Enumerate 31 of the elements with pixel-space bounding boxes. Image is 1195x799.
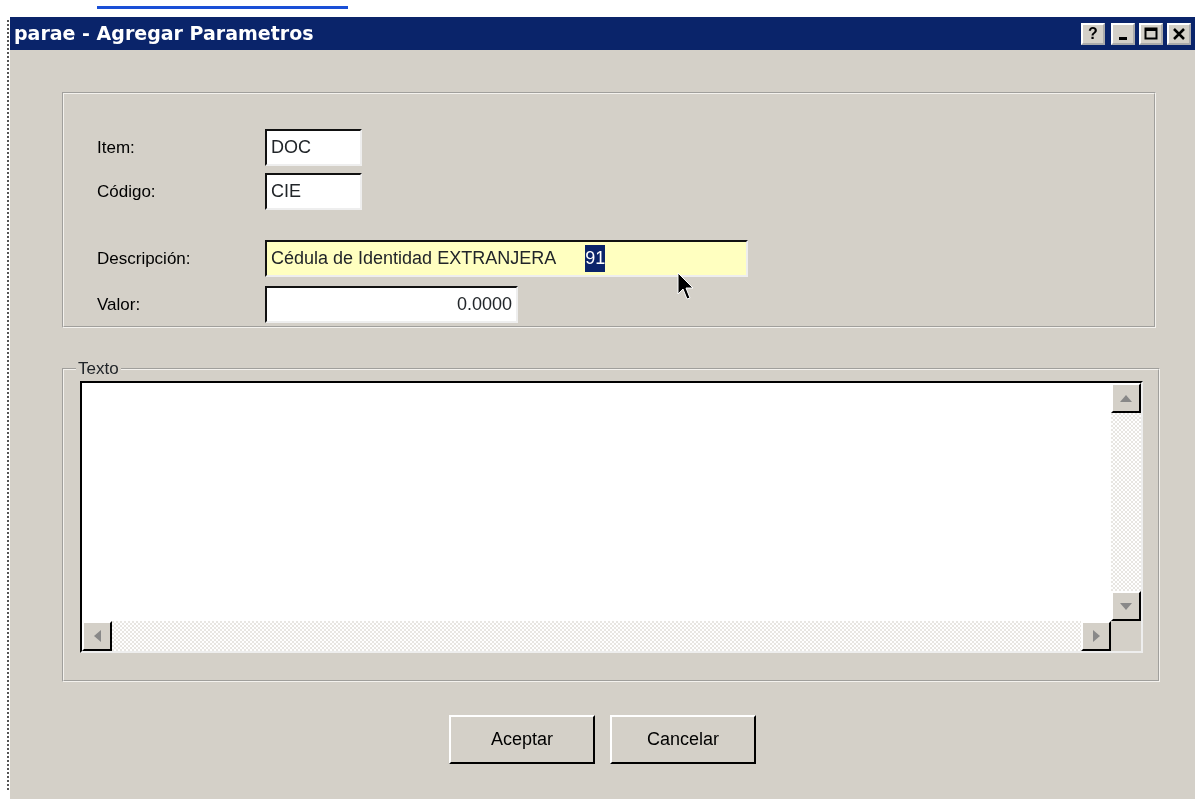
help-button[interactable]: ?	[1081, 22, 1105, 45]
input-field[interactable]: DOC	[265, 129, 362, 166]
field-label: Código:	[97, 180, 157, 203]
horizontal-scrollbar[interactable]	[82, 621, 1111, 651]
input-field[interactable]: CIE	[265, 173, 362, 210]
scrollbar-corner	[1111, 621, 1141, 651]
vertical-scrollbar[interactable]	[1111, 383, 1141, 621]
maximize-button[interactable]	[1139, 22, 1163, 45]
window-title: parae - Agregar Parametros	[14, 21, 314, 47]
close-icon	[1172, 26, 1186, 41]
scroll-down-button[interactable]	[1111, 591, 1141, 621]
scroll-left-button[interactable]	[82, 621, 112, 651]
field-label: Descripción:	[97, 247, 192, 270]
field-label: Valor:	[97, 293, 142, 316]
down-arrow-icon	[1120, 602, 1132, 610]
cancel-button[interactable]: Cancelar	[610, 715, 756, 764]
maximize-icon	[1144, 26, 1158, 41]
group-label: Texto	[77, 360, 120, 377]
input-field[interactable]: 0.0000	[265, 286, 518, 323]
minimize-icon	[1119, 36, 1127, 40]
selected-text: 91	[585, 245, 606, 272]
accept-button[interactable]: Aceptar	[449, 715, 595, 764]
scroll-up-button[interactable]	[1111, 383, 1141, 413]
up-arrow-icon	[1120, 394, 1132, 402]
minimize-button[interactable]	[1111, 22, 1135, 45]
scroll-right-button[interactable]	[1081, 621, 1111, 651]
field-label: Item:	[97, 136, 136, 159]
left-arrow-icon	[93, 630, 101, 642]
close-button[interactable]	[1167, 22, 1191, 45]
right-arrow-icon	[1092, 630, 1100, 642]
input-field[interactable]: Cédula de Identidad EXTRANJERA 91	[265, 240, 748, 277]
